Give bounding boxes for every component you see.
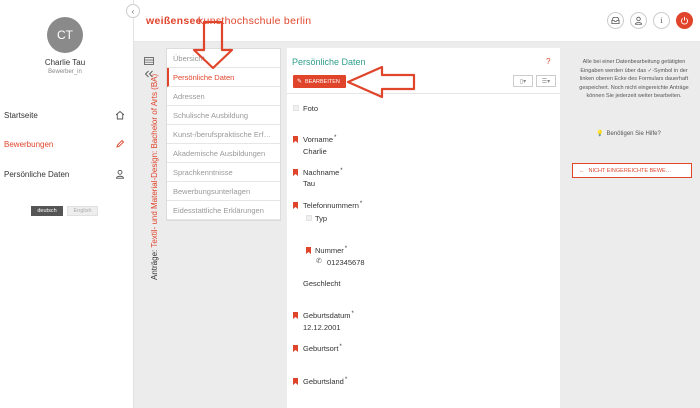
document-icon: ▯▾: [519, 78, 527, 85]
user-role: Bewerber_in: [48, 69, 82, 75]
not-submitted-applications-button[interactable]: ← NICHT EINGEREICHTE BEWE…: [572, 163, 692, 178]
info-text: Alle bei einer Datenbearbeitung getätigt…: [579, 59, 689, 99]
checkbox-icon: [306, 215, 312, 221]
menu-item-schulische-ausbildung[interactable]: Schulische Ausbildung: [167, 106, 280, 125]
form-divider: [287, 93, 560, 94]
bookmark-icon: [293, 136, 298, 143]
bookmark-icon: [306, 247, 311, 254]
user-icon: [115, 169, 125, 179]
logout-button[interactable]: [676, 12, 693, 29]
application-course-label: Anträge: Textil- und Material-Design: Ba…: [150, 74, 159, 280]
chevron-left-icon: ‹: [131, 6, 135, 16]
field-telefonnummern-label: Telefonnummern*: [303, 201, 363, 210]
checkbox-icon: [293, 105, 299, 111]
nav-startseite-label: Startseite: [4, 110, 38, 120]
user-name: Charlie Tau: [44, 58, 86, 67]
profile-button[interactable]: [630, 12, 647, 29]
not-submitted-button-label: NICHT EINGEREICHTE BEWE…: [588, 167, 672, 174]
lightbulb-icon: 💡: [596, 131, 604, 137]
top-header: weißensee kunsthochschule berlin i: [134, 0, 700, 42]
language-english-button[interactable]: English: [67, 206, 98, 216]
menu-item-persoenliche-daten[interactable]: Persönliche Daten: [167, 68, 280, 87]
field-vorname-label: Vorname*: [303, 135, 337, 144]
menu-item-sprachkenntnisse[interactable]: Sprachkenntnisse: [167, 163, 280, 182]
menu-item-adressen[interactable]: Adressen: [167, 87, 280, 106]
help-question-icon[interactable]: ?: [546, 57, 550, 66]
power-icon: [681, 16, 688, 25]
list-icon: ☰▾: [541, 78, 551, 85]
avatar[interactable]: CT: [47, 17, 83, 53]
field-nachname-label: Nachname*: [303, 168, 343, 177]
field-geburtsdatum-value: 12.12.2001: [303, 323, 341, 332]
help-link[interactable]: 💡 Benötigen Sie Hilfe?: [596, 130, 661, 138]
info-button[interactable]: i: [653, 12, 670, 29]
personal-data-form: Persönliche Daten ? ✎ BEARBEITEN ▯▾ ☰▾ F…: [287, 48, 560, 408]
nav-persoenliche-daten-label: Persönliche Daten: [4, 169, 70, 179]
arrow-left-icon: ←: [579, 167, 585, 174]
section-menu: Übersicht Persönliche Daten Adressen Sch…: [166, 48, 281, 221]
list-view-icon[interactable]: [144, 57, 154, 65]
help-link-label: Benötigen Sie Hilfe?: [606, 130, 661, 137]
field-nummer-label: Nummer*: [315, 246, 348, 255]
field-geschlecht-label: Geschlecht: [303, 279, 341, 288]
pencil-icon: ✎: [297, 79, 303, 85]
inbox-icon: [611, 16, 620, 25]
menu-item-eidesstattliche-erklaerungen[interactable]: Eidesstattliche Erklärungen: [167, 201, 280, 220]
field-geburtsort-label: Geburtsort*: [303, 344, 342, 353]
pencil-icon: [116, 139, 125, 148]
bookmark-icon: [293, 378, 298, 385]
field-vorname-value: Charlie: [303, 147, 327, 156]
edit-button[interactable]: ✎ BEARBEITEN: [293, 75, 346, 88]
field-nummer-value: 012345678: [327, 258, 365, 267]
collapse-sidebar-button[interactable]: ‹: [126, 4, 140, 18]
inbox-button[interactable]: [607, 12, 624, 29]
home-icon: [115, 110, 125, 120]
nav-startseite[interactable]: Startseite: [0, 108, 134, 122]
export-dropdown-button[interactable]: ▯▾: [513, 75, 533, 87]
phone-icon: ✆: [316, 258, 322, 265]
menu-item-uebersicht[interactable]: Übersicht: [167, 49, 280, 68]
field-foto-label: Foto: [303, 104, 319, 113]
bookmark-icon: [293, 312, 298, 319]
brand-logo-kunsthochschule[interactable]: kunsthochschule berlin: [198, 15, 311, 27]
form-title: Persönliche Daten: [292, 57, 366, 67]
brand-logo-weissensee[interactable]: weißensee: [146, 15, 202, 27]
nav-bewerbungen-label: Bewerbungen: [4, 139, 54, 149]
menu-item-bewerbungsunterlagen[interactable]: Bewerbungsunterlagen: [167, 182, 280, 201]
edit-button-label: BEARBEITEN: [305, 78, 340, 85]
menu-item-akademische-ausbildungen[interactable]: Akademische Ausbildungen: [167, 144, 280, 163]
user-icon: [634, 16, 643, 25]
left-sidebar: CT Charlie Tau Bewerber_in Startseite Be…: [0, 0, 134, 408]
menu-item-berufspraktische-erfahrung[interactable]: Kunst-/berufspraktische Erf…: [167, 125, 280, 144]
language-deutsch-button[interactable]: deutsch: [31, 206, 63, 216]
field-geburtsdatum-label: Geburtsdatum*: [303, 311, 354, 320]
info-icon: i: [660, 16, 663, 25]
application-course: Textil- und Material-Design: Bachelor of…: [150, 73, 159, 248]
bookmark-icon: [293, 345, 298, 352]
nav-bewerbungen[interactable]: Bewerbungen: [0, 137, 134, 151]
field-nachname-value: Tau: [303, 179, 316, 188]
nav-persoenliche-daten[interactable]: Persönliche Daten: [0, 167, 134, 181]
bookmark-icon: [293, 202, 298, 209]
list-dropdown-button[interactable]: ☰▾: [536, 75, 556, 87]
field-geburtsland-label: Geburtsland*: [303, 377, 348, 386]
field-typ-label: Typ: [315, 214, 328, 223]
bookmark-icon: [293, 169, 298, 176]
info-panel: Alle bei einer Datenbearbeitung getätigt…: [566, 48, 700, 408]
application-prefix: Anträge:: [150, 247, 159, 280]
